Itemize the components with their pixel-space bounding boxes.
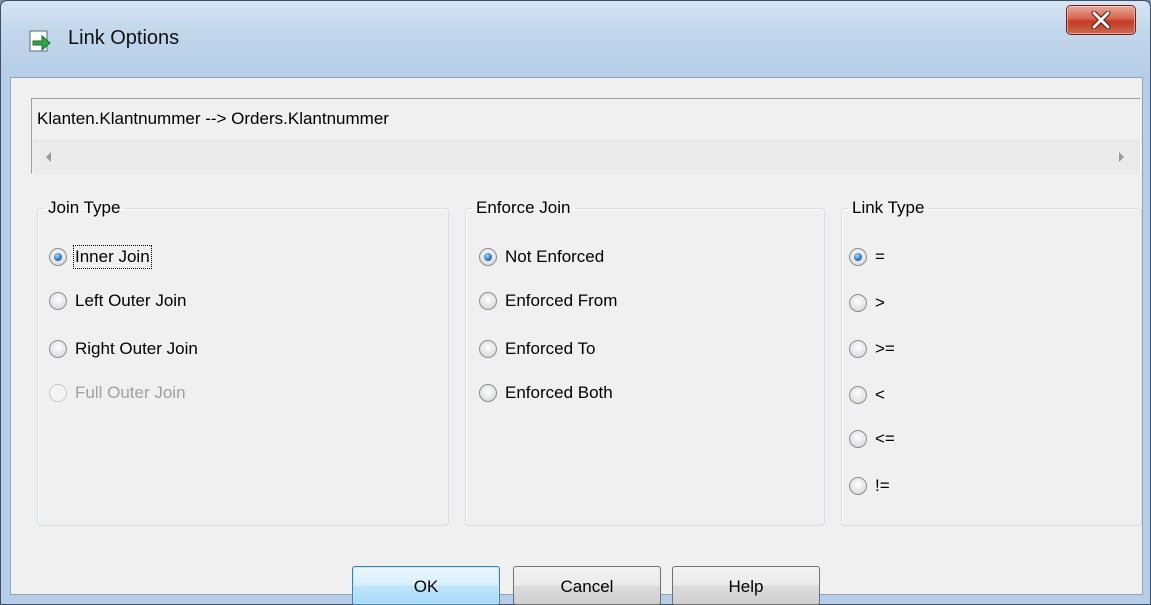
radio-enforced-to[interactable]: Enforced To — [479, 339, 595, 359]
scroll-right-arrow-icon[interactable] — [1113, 149, 1129, 165]
radio-indicator — [49, 248, 67, 266]
radio-indicator — [849, 430, 867, 448]
link-expression-box[interactable]: Klanten.Klantnummer --> Orders.Klantnumm… — [31, 98, 1141, 174]
radio-label: = — [875, 247, 885, 266]
radio-link-not-equal[interactable]: != — [849, 476, 890, 496]
radio-label: Enforced From — [505, 291, 618, 310]
title-bar[interactable]: Link Options — [1, 1, 1150, 77]
radio-link-less[interactable]: < — [849, 385, 885, 405]
join-type-legend: Join Type — [48, 198, 121, 217]
dialog-client-area: Klanten.Klantnummer --> Orders.Klantnumm… — [10, 77, 1143, 605]
radio-label: Right Outer Join — [75, 339, 198, 358]
radio-label: Enforced To — [505, 339, 596, 358]
radio-indicator — [849, 386, 867, 404]
radio-label: Inner Join — [73, 245, 152, 269]
scroll-left-arrow-icon[interactable] — [41, 149, 57, 165]
radio-enforced-from[interactable]: Enforced From — [479, 291, 617, 311]
radio-indicator — [479, 292, 497, 310]
radio-label: <= — [875, 429, 895, 448]
radio-indicator — [849, 340, 867, 358]
horizontal-scrollbar[interactable] — [33, 140, 1139, 174]
radio-label: Full Outer Join — [75, 383, 186, 402]
radio-link-equal[interactable]: = — [849, 247, 885, 267]
window-title: Link Options — [68, 27, 180, 49]
ok-button[interactable]: OK — [352, 566, 500, 605]
close-button[interactable] — [1066, 5, 1136, 35]
radio-label: Not Enforced — [505, 247, 605, 266]
radio-inner-join[interactable]: Inner Join — [49, 245, 152, 269]
radio-indicator — [49, 340, 67, 358]
radio-indicator — [49, 292, 67, 310]
radio-link-greater[interactable]: > — [849, 293, 885, 313]
radio-label: != — [875, 476, 890, 495]
radio-label: >= — [875, 339, 895, 358]
radio-indicator — [849, 248, 867, 266]
radio-enforced-both[interactable]: Enforced Both — [479, 383, 613, 403]
radio-indicator — [479, 384, 497, 402]
radio-indicator — [849, 294, 867, 312]
radio-label: > — [875, 293, 885, 312]
radio-label: Left Outer Join — [75, 291, 187, 310]
link-arrow-icon — [27, 28, 53, 54]
enforce-join-legend: Enforce Join — [476, 198, 571, 217]
radio-left-outer-join[interactable]: Left Outer Join — [49, 291, 187, 311]
radio-not-enforced[interactable]: Not Enforced — [479, 247, 604, 267]
link-type-legend: Link Type — [852, 198, 925, 217]
radio-link-greater-equal[interactable]: >= — [849, 339, 895, 359]
help-button[interactable]: Help — [672, 566, 820, 605]
radio-indicator — [49, 384, 67, 402]
cancel-button[interactable]: Cancel — [513, 566, 661, 605]
radio-label: Enforced Both — [505, 383, 613, 402]
close-icon — [1091, 11, 1111, 29]
radio-label: < — [875, 385, 885, 404]
radio-full-outer-join: Full Outer Join — [49, 383, 186, 403]
radio-indicator — [479, 248, 497, 266]
radio-right-outer-join[interactable]: Right Outer Join — [49, 339, 198, 359]
radio-link-less-equal[interactable]: <= — [849, 429, 895, 449]
link-options-dialog: Link Options Klanten.Klantnummer --> Ord… — [0, 0, 1151, 605]
radio-indicator — [849, 477, 867, 495]
link-expression-text: Klanten.Klantnummer --> Orders.Klantnumm… — [37, 109, 389, 128]
radio-indicator — [479, 340, 497, 358]
